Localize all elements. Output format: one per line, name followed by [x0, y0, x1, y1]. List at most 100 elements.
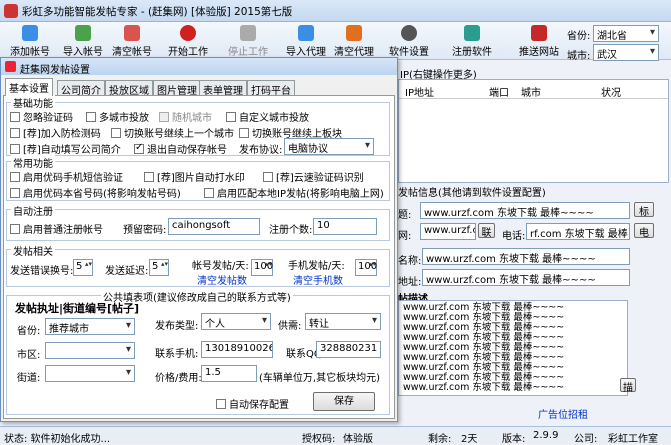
start-work-button[interactable]: 开始工作	[168, 24, 208, 58]
post-title: 发帖相关	[11, 243, 55, 258]
tab-area[interactable]: 投放区域	[105, 80, 153, 97]
contact-button[interactable]: 联	[478, 223, 495, 239]
col-ip: IP地址	[405, 88, 434, 99]
stop-work-button[interactable]: 停止工作	[228, 24, 268, 58]
opt-multi-city[interactable]: 多城市投放	[86, 109, 149, 124]
opt-custom-city[interactable]: 自定义城市投放	[226, 109, 309, 124]
phone-label: 电话:	[502, 231, 526, 242]
opt-auto-save-account[interactable]: 退出自动保存帐号	[134, 141, 227, 156]
account-posts-spinner[interactable]: 100	[251, 259, 273, 276]
ad-link[interactable]: 广告位招租	[538, 406, 588, 421]
site-input[interactable]: www.urzf.c	[420, 223, 476, 240]
clear-proxy-button[interactable]: 清空代理	[334, 24, 374, 58]
type-select[interactable]: 个人	[201, 313, 271, 330]
opt-watermark[interactable]: [荐]图片自动打水印	[144, 169, 245, 184]
title-bar: 彩虹多功能智能发帖专家 - (赶集网) [体验版] 2015第七版	[0, 0, 671, 22]
opt-ignore-captcha[interactable]: 忽略验证码	[10, 109, 73, 124]
error-switch-spinner[interactable]: 5	[73, 259, 93, 276]
phone-posts-label: 手机发帖/天:	[288, 261, 345, 272]
tab-company[interactable]: 公司简介	[57, 80, 105, 97]
info-header: 发帖信息(其他请到软件设置配置)	[398, 188, 546, 199]
dialog-title-bar: 赶集网发帖设置	[1, 58, 397, 76]
import-icon	[75, 25, 91, 41]
opt-sms-verify[interactable]: 启用优码手机短信验证	[10, 169, 123, 184]
delay-spinner[interactable]: 5	[149, 259, 169, 276]
register-count-input[interactable]: 10	[313, 218, 377, 235]
province-select[interactable]: 湖北省	[593, 25, 659, 42]
stop-icon	[240, 25, 256, 41]
area-select[interactable]	[45, 342, 135, 359]
opt-anti-detect[interactable]: [荐]加入防检测码	[10, 125, 101, 140]
auth-value: 体验版	[343, 434, 373, 445]
address-head: 发帖执址|街道编号[帖子]	[15, 302, 140, 315]
title-label: 题:	[398, 210, 412, 221]
proxy-table[interactable]: IP地址 端口 城市 状况	[398, 79, 669, 183]
type-label: 发布类型:	[155, 321, 199, 332]
tab-basic[interactable]: 基本设置	[5, 78, 53, 96]
tab-images[interactable]: 图片管理	[153, 80, 201, 97]
address-input[interactable]: www.urzf.com 东坡下载 最棒~~~~	[422, 269, 630, 286]
opt-auto-save-config[interactable]: 自动保存配置	[216, 396, 289, 411]
phone-input[interactable]: rf.com 东坡下载 最棒~~~~	[526, 223, 630, 240]
phone-posts-spinner[interactable]: 100	[355, 259, 377, 276]
price-note: (车辆单位万,其它板块均元)	[259, 373, 380, 384]
opt-random-city[interactable]: 随机城市	[159, 109, 212, 124]
publish-protocol-select[interactable]: 电脑协议	[284, 138, 374, 155]
publish-protocol-label: 发布协议:	[239, 145, 283, 156]
title-button[interactable]: 标	[634, 202, 654, 218]
desc-button[interactable]: 描	[620, 378, 636, 394]
col-port: 端口	[489, 88, 509, 99]
opt-local-ip[interactable]: 启用匹配本地IP发帖(将影响电脑上网)	[204, 185, 384, 200]
dialog-icon	[5, 61, 16, 72]
col-city: 城市	[521, 88, 541, 99]
supply-select[interactable]: 转让	[305, 313, 381, 330]
qq-input[interactable]: 328880231	[316, 341, 381, 358]
opt-switch-city[interactable]: 切换账号继续上一个城市	[111, 125, 234, 140]
prov-label: 省份:	[17, 326, 41, 337]
clear-account-button[interactable]: 清空帐号	[112, 24, 152, 58]
clear-icon	[124, 25, 140, 41]
price-label: 价格/费用:	[155, 373, 202, 384]
push-site-button[interactable]: 推送网站	[519, 24, 559, 58]
settings-dialog: 赶集网发帖设置 基本设置 公司简介 投放区域 图片管理 表单管理 打码平台 基础…	[0, 57, 398, 422]
import-account-button[interactable]: 导入帐号	[63, 24, 103, 58]
area-label: 市区:	[17, 350, 41, 361]
city-select[interactable]: 武汉	[593, 44, 659, 61]
desc-textarea[interactable]: www.urzf.com 东坡下载 最棒~~~~ www.urzf.com 东坡下…	[398, 300, 628, 396]
clear-posts-link[interactable]: 清空发帖数	[197, 272, 247, 287]
opt-auto-register[interactable]: 启用普通注册帐号	[10, 221, 103, 236]
remain-label: 剩余:	[428, 434, 452, 445]
tab-captcha[interactable]: 打码平台	[247, 80, 295, 97]
title-input[interactable]: www.urzf.com 东坡下载 最棒~~~~	[420, 202, 630, 219]
address-label: 地址:	[398, 277, 422, 288]
opt-auto-company[interactable]: [荐]自动填写公司简介	[10, 141, 121, 156]
add-account-button[interactable]: 添加帐号	[10, 24, 50, 58]
account-posts-label: 帐号发帖/天:	[192, 261, 249, 272]
province-label: 省份:	[567, 31, 591, 42]
register-software-button[interactable]: 注册软件	[452, 24, 492, 58]
register-count-label: 注册个数:	[269, 225, 313, 236]
opt-cloud-captcha[interactable]: [荐]云速验证码识别	[263, 169, 364, 184]
auth-label: 授权码:	[302, 434, 336, 445]
tab-forms[interactable]: 表单管理	[199, 80, 247, 97]
password-input[interactable]: caihongsoft	[168, 218, 260, 235]
city-label: 城市:	[567, 51, 591, 62]
price-input[interactable]: 1.5	[201, 365, 257, 382]
version-value: 2.9.9	[533, 430, 559, 441]
software-settings-button[interactable]: 软件设置	[389, 24, 429, 58]
dialog-title: 赶集网发帖设置	[20, 65, 90, 76]
import-proxy-button[interactable]: 导入代理	[286, 24, 326, 58]
company-label: 公司:	[574, 434, 598, 445]
mobile-input[interactable]: 13018910026	[201, 341, 273, 358]
save-button[interactable]: 保存	[313, 392, 375, 411]
name-input[interactable]: www.urzf.com 东坡下载 最棒~~~~	[422, 248, 630, 265]
proxy-import-icon	[298, 25, 314, 41]
basic-title: 基础功能	[11, 95, 55, 110]
street-select[interactable]	[45, 365, 135, 382]
phone-button[interactable]: 电	[634, 223, 654, 239]
col-status: 状况	[601, 88, 621, 99]
prov-select[interactable]: 推荐城市	[45, 318, 135, 335]
delay-label: 发送延迟:	[105, 266, 149, 277]
clear-phone-link[interactable]: 清空手机数	[293, 272, 343, 287]
opt-local-number[interactable]: 启用优码本省号码(将影响发帖号码)	[10, 185, 181, 200]
